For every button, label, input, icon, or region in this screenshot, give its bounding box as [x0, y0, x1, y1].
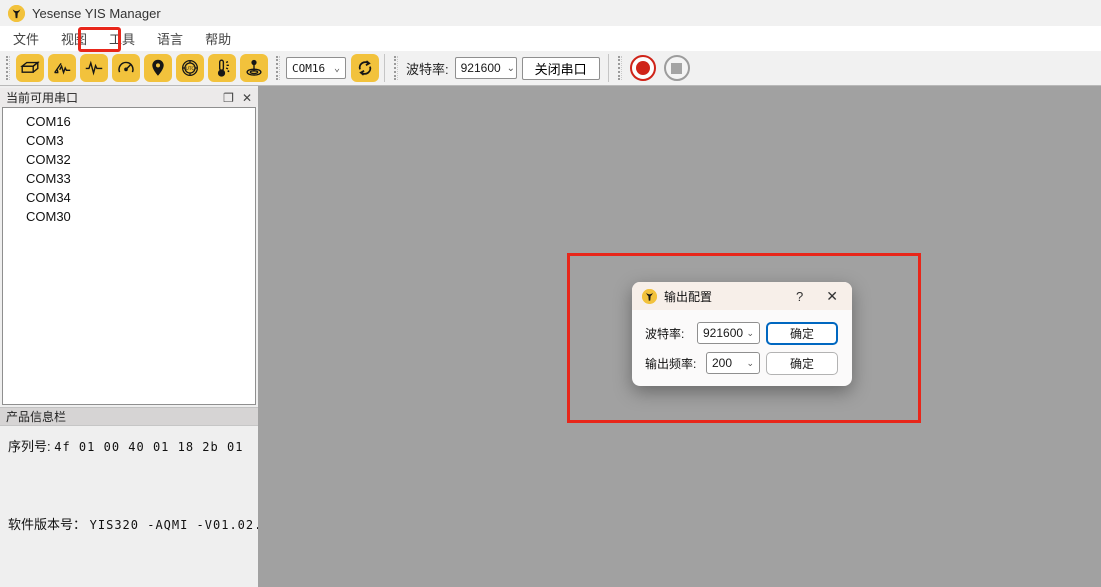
output-config-dialog: 输出配置 ? ✕ 波特率: 921600 ⌄ 确定 输出频率: 200 ⌄ 确定 [632, 282, 852, 386]
record-dot-icon [636, 61, 650, 75]
dialog-titlebar: 输出配置 ? ✕ [632, 282, 852, 310]
utc-clock-icon: UTC [179, 57, 201, 79]
serial-number-value: 4f 01 00 40 01 18 2b 01 [54, 440, 243, 454]
float-panel-icon[interactable]: ❐ [223, 92, 234, 104]
toolbar: UTC COM16 ⌄ 波特率: 921600 ⌄ 关闭串口 [0, 51, 1101, 86]
baud-rate-label: 波特率: [406, 59, 449, 78]
gauge-icon [115, 57, 137, 79]
attitude-wave-button[interactable] [48, 54, 76, 82]
temperature-button[interactable] [208, 54, 236, 82]
dialog-close-button[interactable]: ✕ [822, 288, 842, 305]
3d-view-button[interactable] [16, 54, 44, 82]
refresh-icon [354, 57, 376, 79]
record-button[interactable] [630, 55, 656, 81]
dialog-app-logo-icon [642, 289, 657, 304]
toolbar-separator [608, 54, 609, 82]
dialog-baud-label: 波特率: [645, 325, 684, 342]
location-pin-icon [147, 57, 169, 79]
thermometer-icon [211, 57, 233, 79]
window-title: Yesense YIS Manager [32, 6, 161, 21]
cube-icon [19, 57, 41, 79]
serial-ports-panel-title: 当前可用串口 [6, 89, 215, 106]
dialog-frequency-label: 输出频率: [645, 355, 696, 372]
list-item-port[interactable]: COM34 [3, 188, 255, 207]
angle-waveform-icon [51, 57, 73, 79]
close-serial-port-button[interactable]: 关闭串口 [522, 57, 600, 80]
toolbar-separator [384, 54, 385, 82]
serial-number-label: 序列号: [8, 439, 51, 454]
close-panel-icon[interactable]: ✕ [242, 92, 252, 104]
chevron-down-icon: ⌄ [334, 63, 340, 74]
signal-wave-button[interactable] [80, 54, 108, 82]
svg-text:UTC: UTC [185, 66, 194, 72]
utc-clock-button[interactable]: UTC [176, 54, 204, 82]
pulse-waveform-icon [83, 57, 105, 79]
list-item-port[interactable]: COM32 [3, 150, 255, 169]
output-frequency-config-row: 输出频率: 200 ⌄ 确定 [632, 352, 852, 375]
dialog-baud-ok-button[interactable]: 确定 [766, 322, 838, 345]
list-item-port[interactable]: COM33 [3, 169, 255, 188]
dialog-help-button[interactable]: ? [784, 289, 815, 304]
menu-tools[interactable]: 工具 [98, 26, 146, 51]
refresh-ports-button[interactable] [351, 54, 379, 82]
baud-rate-value: 921600 [461, 61, 501, 75]
serial-ports-panel-header: 当前可用串口 ❐ ✕ [0, 88, 258, 107]
menubar: 文件 视图 工具 语言 帮助 [0, 26, 1101, 51]
app-logo-icon [8, 5, 25, 22]
toolbar-grip[interactable] [618, 56, 622, 80]
list-item-port[interactable]: COM30 [3, 207, 255, 226]
location-button[interactable] [144, 54, 172, 82]
serial-number-row: 序列号: 4f 01 00 40 01 18 2b 01 [8, 436, 243, 455]
dialog-title: 输出配置 [664, 288, 777, 305]
toolbar-grip[interactable] [276, 56, 280, 80]
menu-view[interactable]: 视图 [50, 26, 98, 51]
dialog-frequency-ok-button[interactable]: 确定 [766, 352, 838, 375]
window-titlebar: Yesense YIS Manager [0, 0, 1101, 26]
baud-rate-config-row: 波特率: 921600 ⌄ 确定 [632, 322, 852, 345]
list-item-port[interactable]: COM16 [3, 112, 255, 131]
baud-rate-select[interactable]: 921600 ⌄ [455, 57, 517, 79]
chevron-down-icon: ⌄ [746, 358, 754, 369]
toolbar-grip[interactable] [6, 56, 10, 80]
menu-language[interactable]: 语言 [146, 26, 194, 51]
software-version-label: 软件版本号： [8, 517, 86, 532]
chevron-down-icon: ⌄ [507, 63, 515, 74]
menu-file[interactable]: 文件 [2, 26, 50, 51]
stop-button[interactable] [664, 55, 690, 81]
left-dock-panel: 当前可用串口 ❐ ✕ COM16 COM3 COM32 COM33 COM34 … [0, 86, 258, 587]
pressure-button[interactable] [240, 54, 268, 82]
toolbar-grip[interactable] [394, 56, 398, 80]
com-port-value: COM16 [292, 62, 325, 75]
stop-square-icon [671, 63, 682, 74]
product-info-header: 产品信息栏 [0, 407, 258, 426]
dialog-baud-value: 921600 [703, 326, 743, 340]
software-version-row: 软件版本号： YIS320 -AQMI -V01.02.03; [8, 514, 287, 533]
com-port-select[interactable]: COM16 ⌄ [286, 57, 346, 79]
product-info-title: 产品信息栏 [6, 408, 66, 425]
dialog-frequency-select[interactable]: 200 ⌄ [706, 352, 760, 374]
dialog-baud-select[interactable]: 921600 ⌄ [697, 322, 760, 344]
dialog-frequency-value: 200 [712, 356, 732, 370]
chevron-down-icon: ⌄ [746, 328, 754, 339]
gauge-button[interactable] [112, 54, 140, 82]
serial-port-list: COM16 COM3 COM32 COM33 COM34 COM30 [2, 107, 256, 405]
pressure-icon [243, 57, 265, 79]
menu-help[interactable]: 帮助 [194, 26, 242, 51]
list-item-port[interactable]: COM3 [3, 131, 255, 150]
